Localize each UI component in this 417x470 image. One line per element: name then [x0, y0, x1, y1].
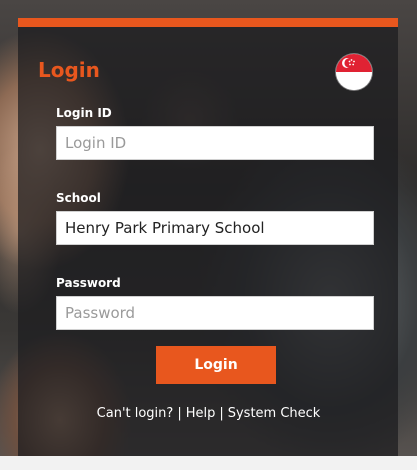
singapore-flag-icon[interactable]	[336, 54, 372, 90]
flag-graphic	[336, 54, 372, 90]
school-label: School	[56, 191, 101, 205]
login-id-input[interactable]	[56, 126, 374, 160]
panel-accent-bar	[18, 18, 398, 27]
password-label: Password	[56, 276, 121, 290]
system-check-link[interactable]: System Check	[228, 406, 321, 421]
login-id-label: Login ID	[56, 106, 112, 120]
link-separator: |	[177, 406, 182, 421]
school-input[interactable]	[56, 211, 374, 245]
help-links: Can't login? | Help | System Check	[0, 406, 417, 421]
link-separator: |	[219, 406, 224, 421]
login-button[interactable]: Login	[156, 346, 276, 384]
cant-login-link[interactable]: Can't login?	[97, 406, 174, 421]
page-bottom-strip	[0, 456, 417, 470]
help-link[interactable]: Help	[186, 406, 216, 421]
password-input[interactable]	[56, 296, 374, 330]
login-title: Login	[38, 58, 100, 82]
